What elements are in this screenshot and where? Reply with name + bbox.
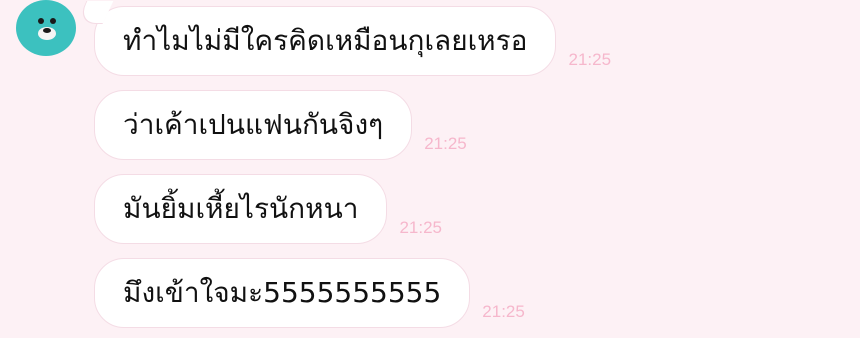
message-bubble[interactable]: ทำไมไม่มีใครคิดเหมือนกุเลยเหรอ bbox=[94, 6, 557, 76]
message-text: ว่าเค้าเปนแฟนกันจิงๆ bbox=[123, 108, 384, 141]
bear-left-eye-icon bbox=[38, 18, 44, 24]
message-time: 21:25 bbox=[482, 302, 525, 321]
message-time: 21:25 bbox=[399, 218, 442, 237]
message-bubble[interactable]: มึงเข้าใจมะ5555555555 bbox=[94, 258, 471, 328]
message-row: ว่าเค้าเปนแฟนกันจิงๆ 21:25 bbox=[94, 90, 467, 160]
message-bubble[interactable]: ว่าเค้าเปนแฟนกันจิงๆ bbox=[94, 90, 413, 160]
bear-nose-icon bbox=[43, 28, 51, 33]
contact-avatar[interactable] bbox=[16, 0, 76, 56]
message-bubble[interactable]: มันยิ้มเหี้ยไรนักหนา bbox=[94, 174, 388, 244]
message-row: ทำไมไม่มีใครคิดเหมือนกุเลยเหรอ 21:25 bbox=[94, 6, 611, 76]
bear-right-eye-icon bbox=[50, 18, 56, 24]
message-text: ทำไมไม่มีใครคิดเหมือนกุเลยเหรอ bbox=[123, 24, 528, 57]
message-text: มันยิ้มเหี้ยไรนักหนา bbox=[123, 192, 359, 225]
message-row: มันยิ้มเหี้ยไรนักหนา 21:25 bbox=[94, 174, 442, 244]
message-time: 21:25 bbox=[424, 134, 467, 153]
message-time: 21:25 bbox=[568, 50, 612, 69]
message-row: มึงเข้าใจมะ5555555555 21:25 bbox=[94, 258, 525, 328]
message-text: มึงเข้าใจมะ5555555555 bbox=[123, 276, 442, 309]
